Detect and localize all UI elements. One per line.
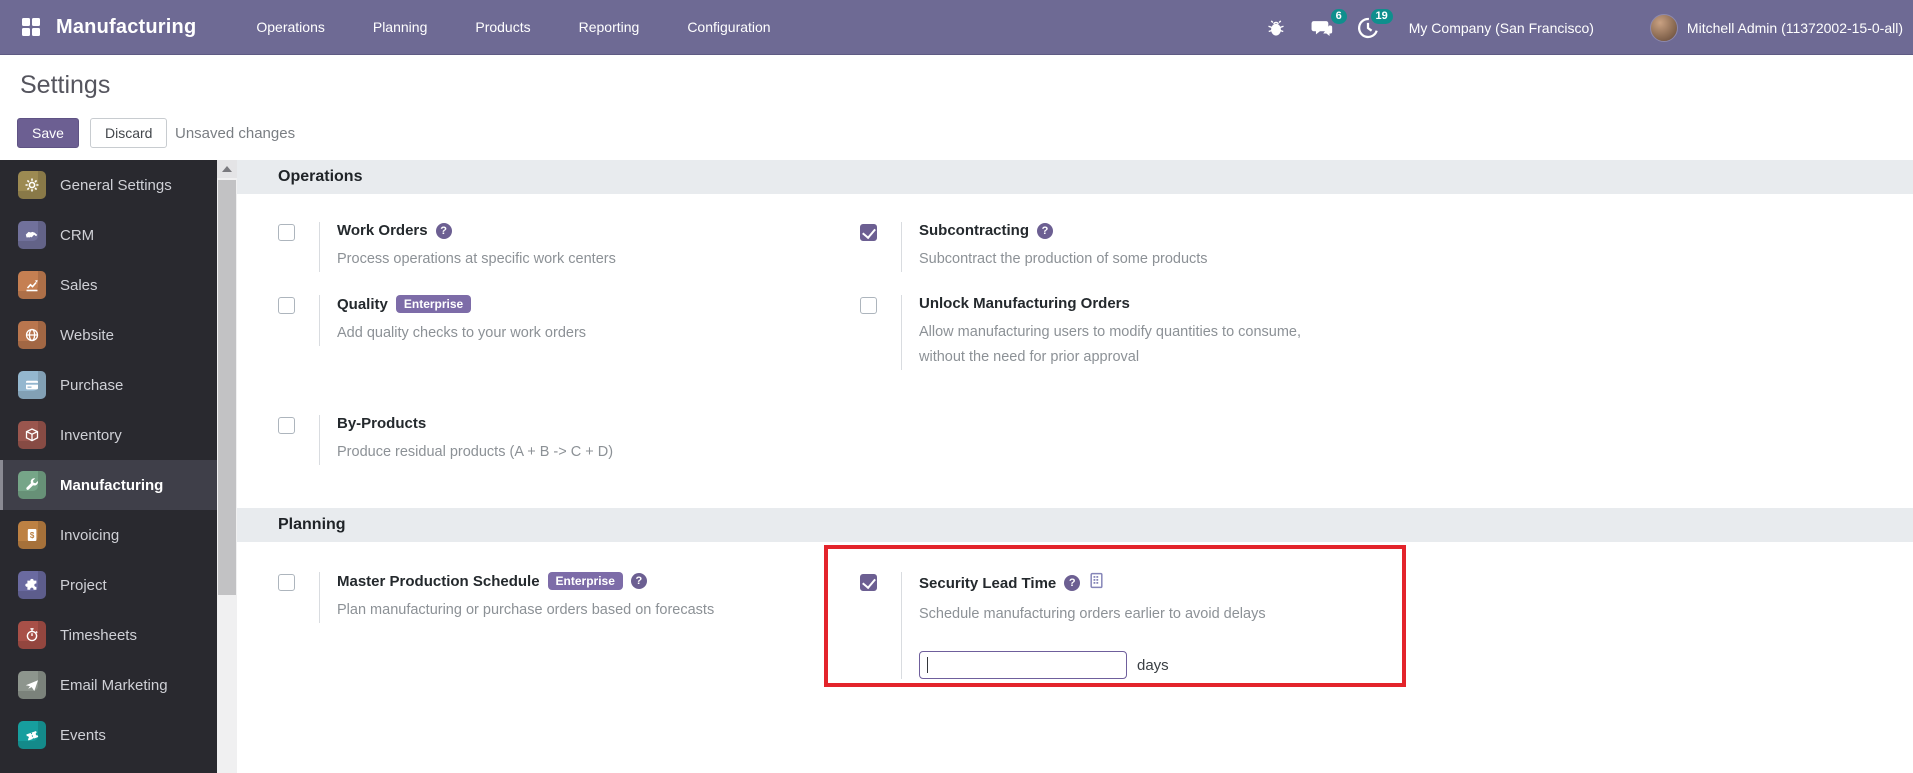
- top-menu: Operations Planning Products Reporting C…: [254, 13, 772, 41]
- setting-quality: Quality Enterprise Add quality checks to…: [278, 295, 586, 346]
- by-products-label[interactable]: By-Products: [337, 415, 426, 432]
- help-icon[interactable]: ?: [1037, 222, 1054, 239]
- setting-master-production-schedule: Master Production Schedule Enterprise ? …: [278, 572, 714, 623]
- sidebar-item-general-settings[interactable]: General Settings: [0, 160, 217, 210]
- sidebar-item-purchase[interactable]: Purchase: [0, 360, 217, 410]
- work-orders-checkbox[interactable]: [278, 224, 295, 241]
- by-products-description: Produce residual products (A + B -> C + …: [337, 444, 614, 460]
- security-lead-time-input[interactable]: [919, 651, 1127, 679]
- text-cursor: [927, 657, 928, 673]
- stopwatch-icon: [18, 621, 46, 649]
- chart-icon: [18, 271, 46, 299]
- content-scrollbar[interactable]: [217, 160, 237, 773]
- sidebar-item-crm[interactable]: CRM: [0, 210, 217, 260]
- unlock-mo-description: Allow manufacturing users to modify quan…: [919, 324, 1302, 365]
- company-building-icon: [1088, 572, 1105, 594]
- credit-card-icon: [18, 371, 46, 399]
- puzzle-icon: [18, 571, 46, 599]
- sidebar-item-invoicing[interactable]: $ Invoicing: [0, 510, 217, 560]
- menu-planning[interactable]: Planning: [371, 13, 430, 41]
- subcontracting-description: Subcontract the production of some produ…: [919, 251, 1208, 267]
- settings-sidebar: General Settings CRM Sales Website Purch…: [0, 160, 217, 773]
- scrollbar-thumb[interactable]: [218, 180, 236, 595]
- unlock-mo-label[interactable]: Unlock Manufacturing Orders: [919, 295, 1130, 312]
- menu-reporting[interactable]: Reporting: [577, 13, 642, 41]
- page-header: Settings: [0, 55, 1913, 153]
- section-planning: Planning: [237, 508, 1913, 542]
- sidebar-item-project[interactable]: Project: [0, 560, 217, 610]
- work-orders-description: Process operations at specific work cent…: [337, 251, 616, 267]
- activities-clock-icon[interactable]: 19: [1355, 8, 1393, 41]
- paper-plane-icon: [18, 671, 46, 699]
- quality-label[interactable]: Quality: [337, 296, 388, 313]
- section-operations: Operations: [237, 160, 1913, 194]
- page-title: Settings: [20, 71, 111, 99]
- settings-content: Operations Work Orders ? Process operati…: [237, 160, 1913, 773]
- ticket-icon: [18, 721, 46, 749]
- handshake-icon: [18, 221, 46, 249]
- help-icon[interactable]: ?: [630, 573, 647, 589]
- quality-description: Add quality checks to your work orders: [337, 325, 587, 341]
- user-menu[interactable]: Mitchell Admin (11372002-15-0-all): [1649, 13, 1903, 42]
- setting-by-products: By-Products Produce residual products (A…: [278, 415, 613, 465]
- apps-grid-icon[interactable]: [22, 18, 40, 36]
- action-row: Save Discard Unsaved changes: [0, 115, 1913, 160]
- top-navigation-bar: Manufacturing Operations Planning Produc…: [0, 0, 1913, 55]
- messages-badge: 6: [1330, 8, 1347, 24]
- invoice-icon: $: [18, 521, 46, 549]
- company-switcher[interactable]: My Company (San Francisco): [1409, 20, 1594, 36]
- box-icon: [18, 421, 46, 449]
- sidebar-item-events[interactable]: Events: [0, 710, 217, 760]
- subcontracting-checkbox[interactable]: [860, 224, 877, 241]
- sidebar-item-timesheets[interactable]: Timesheets: [0, 610, 217, 660]
- security-lead-time-checkbox[interactable]: [860, 574, 877, 591]
- user-avatar: [1649, 13, 1678, 42]
- odoo-settings-page: Manufacturing Operations Planning Produc…: [0, 0, 1913, 773]
- menu-products[interactable]: Products: [473, 13, 532, 41]
- unsaved-changes-status: Unsaved changes: [175, 125, 296, 142]
- debug-bug-icon[interactable]: [1263, 15, 1289, 41]
- sidebar-item-manufacturing[interactable]: Manufacturing: [0, 460, 217, 510]
- globe-icon: [18, 321, 46, 349]
- scrollbar-up-arrow[interactable]: [217, 160, 237, 178]
- save-button[interactable]: Save: [17, 118, 79, 148]
- days-suffix-label: days: [1137, 656, 1169, 674]
- quality-checkbox[interactable]: [278, 297, 295, 314]
- setting-unlock-manufacturing-orders: Unlock Manufacturing Orders Allow manufa…: [860, 295, 1339, 370]
- subcontracting-label[interactable]: Subcontracting: [919, 222, 1029, 239]
- svg-text:$: $: [30, 531, 35, 540]
- mps-checkbox[interactable]: [278, 574, 295, 591]
- menu-configuration[interactable]: Configuration: [685, 13, 772, 41]
- by-products-checkbox[interactable]: [278, 417, 295, 434]
- enterprise-badge: Enterprise: [547, 572, 623, 590]
- help-icon[interactable]: ?: [1064, 575, 1081, 591]
- setting-subcontracting: Subcontracting ? Subcontract the product…: [860, 222, 1208, 272]
- app-name[interactable]: Manufacturing: [56, 16, 196, 39]
- discard-button[interactable]: Discard: [90, 118, 168, 148]
- wrench-icon: [18, 471, 46, 499]
- gear-icon: [18, 171, 46, 199]
- mps-label[interactable]: Master Production Schedule: [337, 573, 540, 590]
- work-orders-label[interactable]: Work Orders: [337, 222, 428, 239]
- menu-operations[interactable]: Operations: [254, 13, 326, 41]
- user-name: Mitchell Admin (11372002-15-0-all): [1686, 19, 1903, 36]
- activities-badge: 19: [1370, 8, 1393, 24]
- messages-icon[interactable]: 6: [1309, 8, 1347, 41]
- sidebar-item-email-marketing[interactable]: Email Marketing: [0, 660, 217, 710]
- setting-work-orders: Work Orders ? Process operations at spec…: [278, 222, 616, 272]
- setting-security-lead-time: Security Lead Time ? Schedule manufactur…: [860, 572, 1266, 679]
- sidebar-item-website[interactable]: Website: [0, 310, 217, 360]
- unlock-mo-checkbox[interactable]: [860, 297, 877, 314]
- security-lead-time-description: Schedule manufacturing orders earlier to…: [919, 606, 1266, 622]
- mps-description: Plan manufacturing or purchase orders ba…: [337, 602, 715, 618]
- security-lead-time-label[interactable]: Security Lead Time: [919, 575, 1056, 592]
- help-icon[interactable]: ?: [435, 222, 452, 239]
- sidebar-item-sales[interactable]: Sales: [0, 260, 217, 310]
- sidebar-item-inventory[interactable]: Inventory: [0, 410, 217, 460]
- enterprise-badge: Enterprise: [395, 295, 472, 313]
- topbar-right-cluster: 6 19 My Company (San Francisco) Mitchell…: [1263, 0, 1903, 55]
